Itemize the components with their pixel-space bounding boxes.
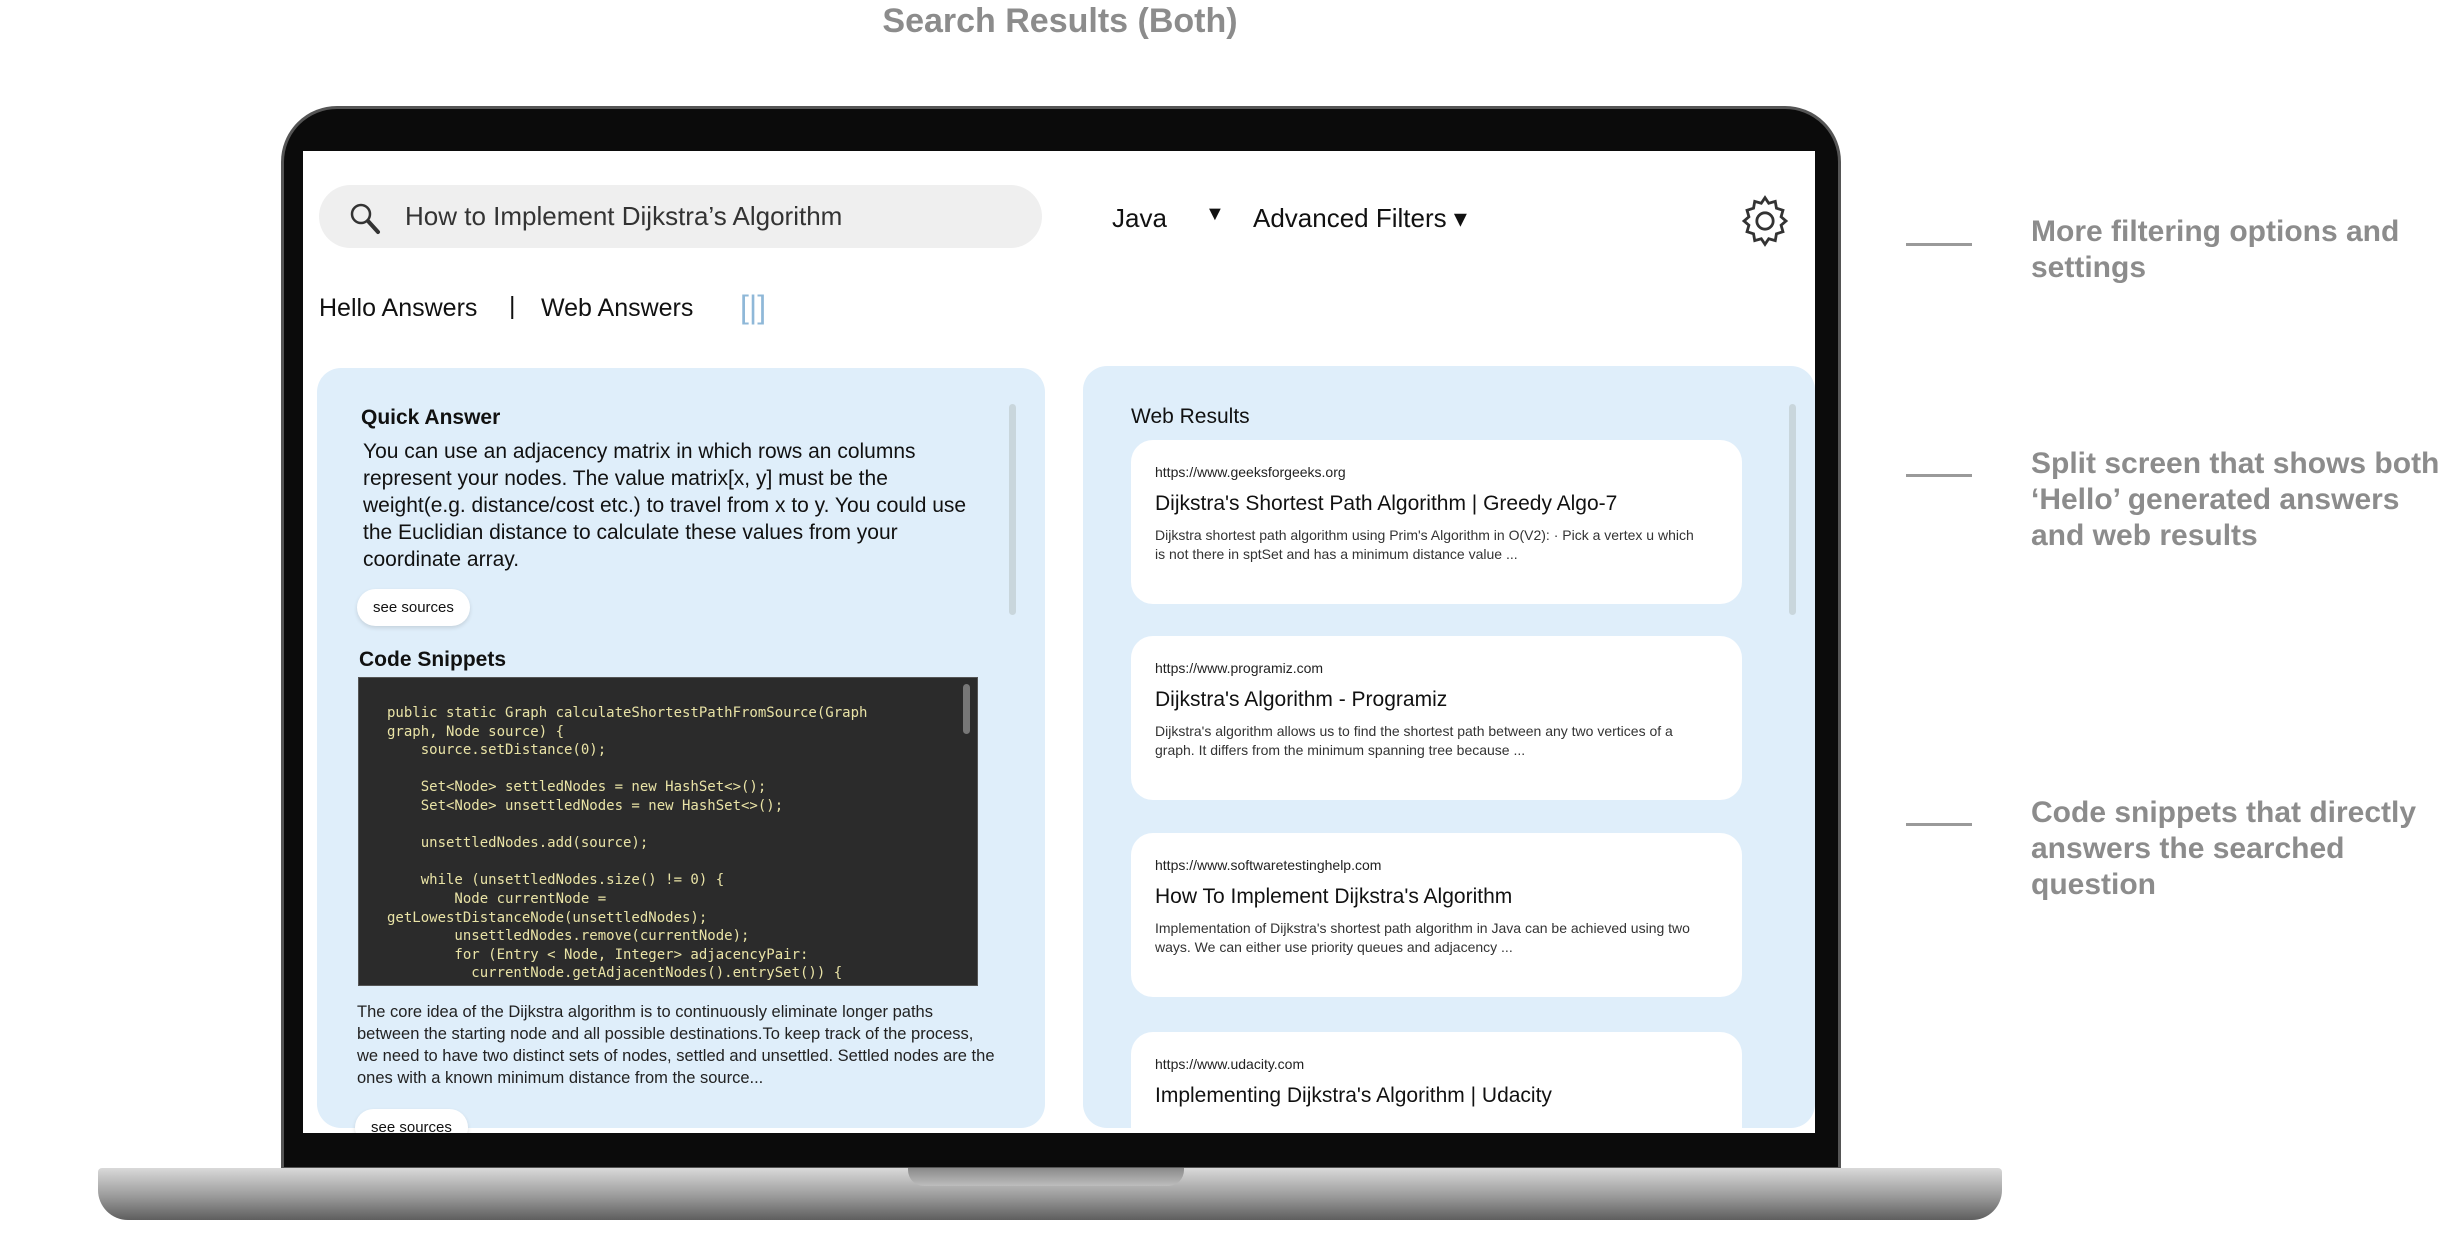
result-url[interactable]: https://www.udacity.com xyxy=(1155,1056,1718,1072)
settings-gear-icon[interactable] xyxy=(1737,193,1793,249)
app-screen: How to Implement Dijkstra’s Algorithm Ja… xyxy=(303,151,1815,1133)
split-view-icon[interactable]: [|] xyxy=(740,289,766,326)
left-scrollbar[interactable] xyxy=(1009,404,1016,615)
web-result-card[interactable]: https://www.geeksforgeeks.org Dijkstra's… xyxy=(1131,440,1742,604)
page-title: Search Results (Both) xyxy=(882,2,1238,40)
result-description: Dijkstra shortest path algorithm using P… xyxy=(1155,527,1694,562)
annotation-code-snippets: Code snippets that directly answers the … xyxy=(2031,796,2417,901)
web-result-card[interactable]: https://www.programiz.com Dijkstra's Alg… xyxy=(1131,636,1742,800)
see-sources-button-2[interactable]: see sources xyxy=(355,1109,468,1133)
search-input[interactable]: How to Implement Dijkstra’s Algorithm xyxy=(319,185,1042,248)
web-results-heading: Web Results xyxy=(1131,405,1250,428)
code-snippet-block: public static Graph calculateShortestPat… xyxy=(358,677,978,986)
right-scrollbar[interactable] xyxy=(1789,404,1796,615)
annotation-line xyxy=(1906,474,1972,477)
annotation-split-screen: Split screen that shows both ‘Hello’ gen… xyxy=(2031,447,2440,552)
result-title[interactable]: Dijkstra's Algorithm - Programiz xyxy=(1155,688,1718,712)
result-title[interactable]: Dijkstra's Shortest Path Algorithm | Gre… xyxy=(1155,492,1718,516)
annotation-line xyxy=(1906,823,1972,826)
search-query: How to Implement Dijkstra’s Algorithm xyxy=(405,201,843,231)
tab-web-answers[interactable]: Web Answers xyxy=(541,294,693,323)
code-snippets-heading: Code Snippets xyxy=(359,648,507,671)
result-description: Implementation of Dijkstra's shortest pa… xyxy=(1155,920,1690,955)
result-url[interactable]: https://www.programiz.com xyxy=(1155,660,1718,676)
search-icon xyxy=(350,203,380,234)
annotation-line xyxy=(1906,243,1972,246)
language-dropdown-arrow-icon[interactable]: ▼ xyxy=(1205,203,1225,226)
code-scrollbar[interactable] xyxy=(963,684,970,734)
result-url[interactable]: https://www.softwaretestinghelp.com xyxy=(1155,857,1718,873)
result-description: Dijkstra's algorithm allows us to find t… xyxy=(1155,723,1673,758)
annotation-filters: More filtering options and settings xyxy=(2031,215,2400,284)
code-explanation-text: The core idea of the Dijkstra algorithm … xyxy=(357,1003,995,1087)
result-title[interactable]: Implementing Dijkstra's Algorithm | Udac… xyxy=(1155,1084,1718,1108)
result-url[interactable]: https://www.geeksforgeeks.org xyxy=(1155,464,1718,480)
language-select[interactable]: Java xyxy=(1112,203,1167,234)
code-snippet-text: public static Graph calculateShortestPat… xyxy=(387,705,868,982)
quick-answer-heading: Quick Answer xyxy=(361,406,501,429)
web-result-card[interactable]: https://www.softwaretestinghelp.com How … xyxy=(1131,833,1742,997)
tab-hello-answers[interactable]: Hello Answers xyxy=(319,294,477,323)
tab-separator: | xyxy=(509,292,516,320)
see-sources-button[interactable]: see sources xyxy=(357,589,470,626)
laptop-notch xyxy=(908,1168,1184,1186)
result-title[interactable]: How To Implement Dijkstra's Algorithm xyxy=(1155,885,1718,909)
quick-answer-text: You can use an adjacency matrix in which… xyxy=(363,440,967,571)
advanced-filters-dropdown[interactable]: Advanced Filters ▾ xyxy=(1253,203,1467,234)
web-result-card[interactable]: https://www.udacity.com Implementing Dij… xyxy=(1131,1032,1742,1133)
